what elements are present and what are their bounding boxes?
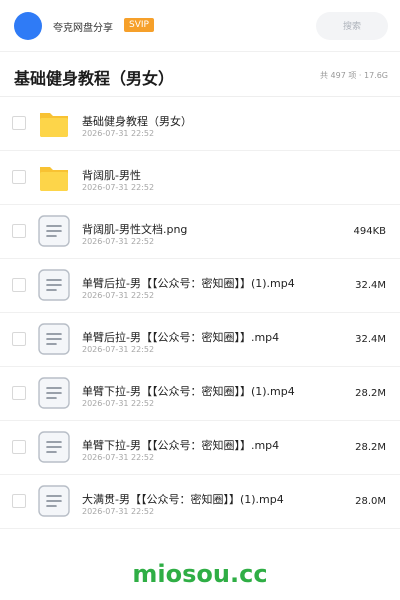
document-icon (38, 269, 70, 301)
share-owner-name: 夸克网盘分享 (53, 23, 113, 34)
file-size: 494KB (353, 226, 386, 237)
file-name: 单臂下拉-男【【公众号：密知圈】】(1).mp4 (82, 385, 295, 398)
select-checkbox[interactable] (12, 494, 26, 508)
file-row[interactable]: 基础健身教程（男女） 2026-07-31 22:52 (0, 97, 400, 151)
header-bar: 夸克网盘分享 SVIP 搜索 (0, 0, 400, 52)
file-size: 32.4M (355, 334, 386, 345)
share-page: 夸克网盘分享 SVIP 搜索 基础健身教程（男女） 共 497 项 · 17.6… (0, 0, 400, 600)
file-name: 背阔肌-男性文档.png (82, 223, 188, 236)
file-name: 单臂下拉-男【【公众号：密知圈】】.mp4 (82, 439, 280, 452)
file-name: 基础健身教程（男女） (82, 115, 192, 128)
select-checkbox[interactable] (12, 278, 26, 292)
folder-icon (38, 161, 70, 193)
select-checkbox[interactable] (12, 116, 26, 130)
file-name: 单臂后拉-男【【公众号：密知圈】】.mp4 (82, 331, 280, 344)
select-checkbox[interactable] (12, 332, 26, 346)
select-checkbox[interactable] (12, 170, 26, 184)
search-button[interactable]: 搜索 (316, 12, 388, 40)
page-title: 基础健身教程（男女） (14, 69, 175, 88)
file-date: 2026-07-31 22:52 (82, 129, 155, 138)
folder-title-bar: 基础健身教程（男女） 共 497 项 · 17.6G (0, 53, 400, 97)
watermark-text: miosou.cc (132, 560, 268, 588)
document-icon (38, 323, 70, 355)
file-row[interactable]: 背阔肌-男性文档.png 2026-07-31 22:52 494KB (0, 205, 400, 259)
file-size: 32.4M (355, 280, 386, 291)
file-date: 2026-07-31 22:52 (82, 345, 155, 354)
file-row[interactable]: 单臂下拉-男【【公众号：密知圈】】.mp4 2026-07-31 22:52 28.… (0, 421, 400, 475)
file-date: 2026-07-31 22:52 (82, 399, 155, 408)
file-name: 背阔肌-男性 (82, 169, 141, 182)
svip-badge: SVIP (124, 18, 154, 32)
select-checkbox[interactable] (12, 440, 26, 454)
file-name: 大满贯-男【【公众号：密知圈】】(1).mp4 (82, 493, 284, 506)
file-row[interactable]: 单臂下拉-男【【公众号：密知圈】】(1).mp4 2026-07-31 22:52… (0, 367, 400, 421)
file-row[interactable]: 单臂后拉-男【【公众号：密知圈】】(1).mp4 2026-07-31 22:52… (0, 259, 400, 313)
file-size: 28.2M (355, 388, 386, 399)
file-name: 单臂后拉-男【【公众号：密知圈】】(1).mp4 (82, 277, 295, 290)
document-icon (38, 431, 70, 463)
select-checkbox[interactable] (12, 224, 26, 238)
file-row[interactable]: 背阔肌-男性 2026-07-31 22:52 (0, 151, 400, 205)
select-checkbox[interactable] (12, 386, 26, 400)
file-size: 28.2M (355, 442, 386, 453)
file-row[interactable]: 大满贯-男【【公众号：密知圈】】(1).mp4 2026-07-31 22:52 2… (0, 475, 400, 529)
file-date: 2026-07-31 22:52 (82, 507, 155, 516)
file-list: 基础健身教程（男女） 2026-07-31 22:52 背阔肌-男性 2026-07-… (0, 97, 400, 529)
file-date: 2026-07-31 22:52 (82, 237, 155, 246)
file-size: 28.0M (355, 496, 386, 507)
file-date: 2026-07-31 22:52 (82, 291, 155, 300)
document-icon (38, 485, 70, 517)
avatar[interactable] (14, 12, 42, 40)
file-row[interactable]: 单臂后拉-男【【公众号：密知圈】】.mp4 2026-07-31 22:52 32.… (0, 313, 400, 367)
file-date: 2026-07-31 22:52 (82, 453, 155, 462)
file-date: 2026-07-31 22:52 (82, 183, 155, 192)
folder-summary: 共 497 项 · 17.6G (320, 71, 388, 80)
folder-icon (38, 107, 70, 139)
document-icon (38, 377, 70, 409)
document-icon (38, 215, 70, 247)
